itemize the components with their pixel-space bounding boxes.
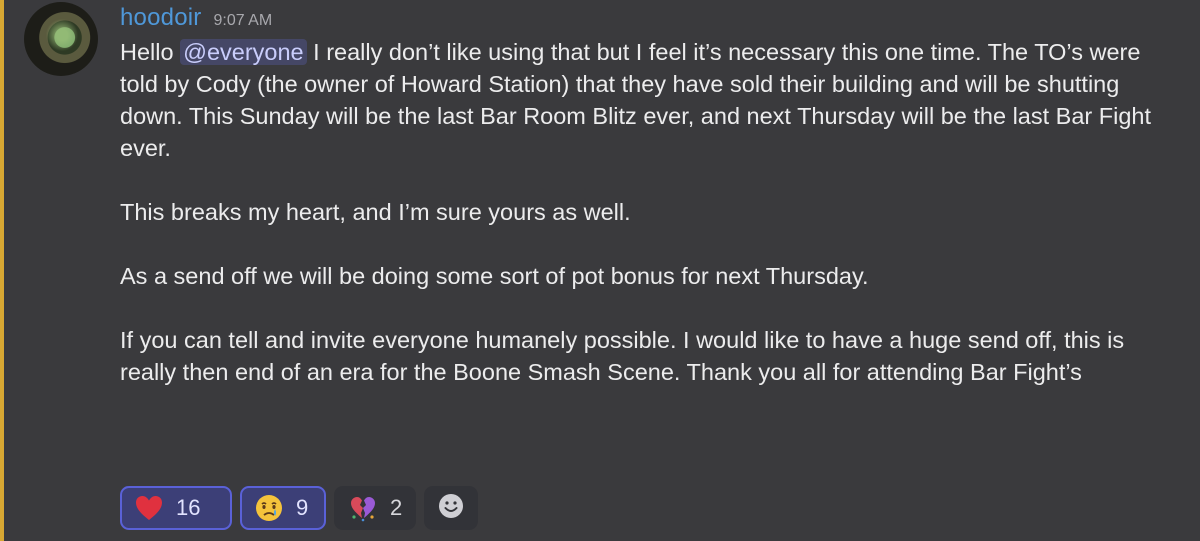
chat-message: hoodoir 9:07 AM Hello @everyone I really… bbox=[0, 0, 1200, 541]
paragraph-1-start: Hello bbox=[120, 39, 181, 65]
paragraph-4: If you can tell and invite everyone huma… bbox=[120, 327, 1125, 385]
reactions-bar: 16 9 2 bbox=[120, 486, 478, 530]
reaction-crying[interactable]: 9 bbox=[240, 486, 326, 530]
avatar-glow bbox=[42, 17, 82, 53]
reaction-broken-heart[interactable]: 2 bbox=[334, 486, 416, 530]
crying-face-emoji-icon bbox=[254, 493, 284, 523]
paragraph-1: Hello @everyone I really don’t like usin… bbox=[120, 36, 1180, 164]
paragraph-3: As a send off we will be doing some sort… bbox=[120, 263, 869, 289]
reaction-heart[interactable]: 16 bbox=[120, 486, 232, 530]
heart-emoji-icon bbox=[134, 493, 164, 523]
timestamp: 9:07 AM bbox=[213, 12, 273, 29]
reaction-heart-count: 16 bbox=[176, 495, 201, 520]
username[interactable]: hoodoir bbox=[120, 4, 201, 32]
broken-heart-pieces-emoji-icon bbox=[348, 493, 378, 523]
avatar[interactable] bbox=[24, 2, 98, 76]
reaction-crying-count: 9 bbox=[296, 495, 309, 520]
reaction-broken-heart-count: 2 bbox=[390, 495, 403, 520]
smiley-icon bbox=[437, 492, 465, 525]
add-reaction-button[interactable] bbox=[424, 486, 478, 530]
mention-everyone[interactable]: @everyone bbox=[180, 39, 307, 65]
message-content: Hello @everyone I really don’t like usin… bbox=[120, 36, 1180, 388]
paragraph-2: This breaks my heart, and I’m sure yours… bbox=[120, 199, 631, 225]
message-header: hoodoir 9:07 AM bbox=[120, 4, 272, 34]
